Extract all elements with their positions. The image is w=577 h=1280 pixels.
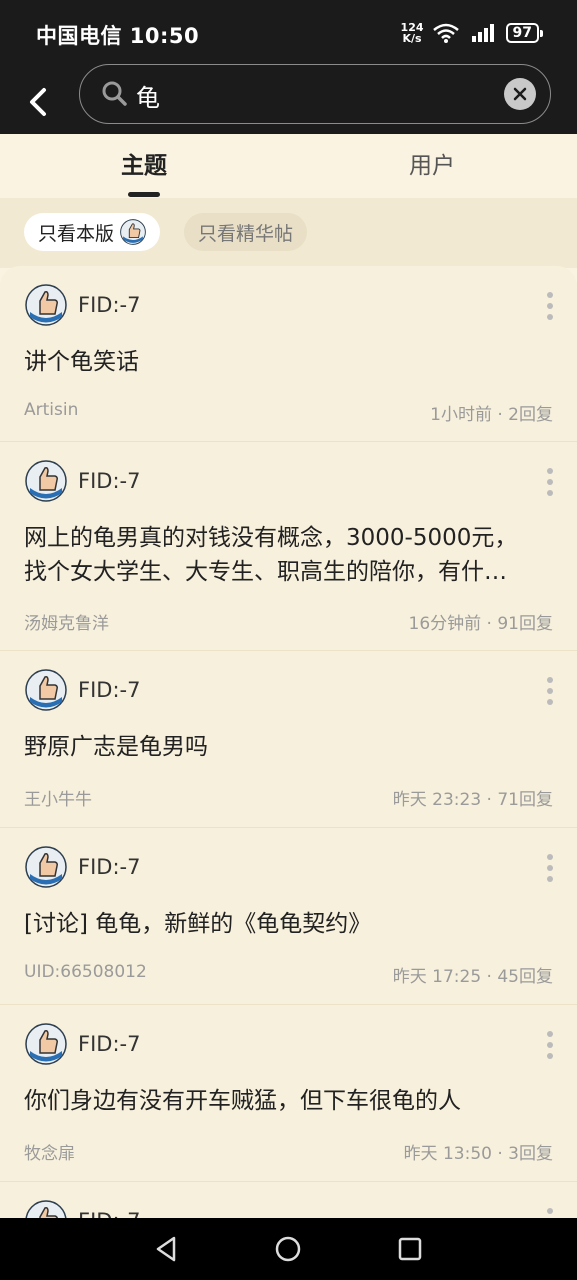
- avatar-icon: [25, 284, 67, 326]
- battery-indicator: 97: [505, 23, 544, 43]
- post-author[interactable]: 牧念扉: [24, 1139, 75, 1164]
- more-options-icon[interactable]: [545, 852, 555, 884]
- post-meta: 1小时前 · 2回复: [430, 405, 553, 425]
- network-speed: 124 K/s: [400, 21, 424, 45]
- avatar-icon: [25, 669, 67, 711]
- post-title: 野原广志是龟男吗: [24, 734, 208, 760]
- filter-featured-chip[interactable]: 只看精华帖: [184, 213, 308, 251]
- back-arrow-icon: [30, 88, 46, 116]
- carrier-time: 中国电信 10:50: [36, 24, 200, 48]
- search-icon: [102, 81, 127, 106]
- clear-search-button[interactable]: [504, 78, 536, 110]
- post-meta: 16分钟前 · 91回复: [408, 614, 553, 634]
- post-title: 网上的龟男真的对钱没有概念，3000-5000元， 找个女大学生、大专生、职高生…: [24, 525, 518, 585]
- more-options-icon[interactable]: [545, 466, 555, 498]
- post-header: FID:-7: [25, 1023, 140, 1065]
- filter-this-board-label: 只看本版: [38, 222, 115, 245]
- post-header: FID:-7: [25, 846, 140, 888]
- post-item[interactable]: FID:-7 野原广志是龟男吗 王小牛牛 昨天 23:23 · 71回复: [0, 651, 577, 828]
- post-title: 你们身边有没有开车贼猛，但下车很龟的人: [24, 1088, 461, 1114]
- forum-id: FID:-7: [78, 855, 141, 879]
- post-meta: 昨天 17:25 · 45回复: [392, 967, 553, 987]
- post-item[interactable]: FID:-7 [讨论] 龟龟，新鲜的《龟龟契约》 UID:66508012 昨天…: [0, 828, 577, 1005]
- signal-icon: [471, 24, 494, 42]
- avatar-icon: [25, 1023, 67, 1065]
- more-options-icon[interactable]: [545, 675, 555, 707]
- status-bar: 中国电信 10:50 124 K/s 97: [0, 0, 577, 70]
- system-navigation-bar: [0, 1218, 577, 1280]
- post-header: FID:-7: [25, 284, 140, 326]
- more-options-icon[interactable]: [545, 1029, 555, 1061]
- clear-icon: [513, 87, 527, 101]
- filter-this-board-chip[interactable]: 只看本版: [24, 213, 161, 251]
- nav-home-icon[interactable]: [273, 1234, 303, 1264]
- post-header: FID:-7: [25, 460, 140, 502]
- forum-id: FID:-7: [78, 678, 141, 702]
- post-item[interactable]: FID:-7 你们身边有没有开车贼猛，但下车很龟的人 牧念扉 昨天 13:50 …: [0, 1005, 577, 1182]
- active-tab-indicator: [128, 192, 160, 197]
- post-author[interactable]: 汤姆克鲁洋: [24, 609, 109, 634]
- tab-bar: 主题 用户: [0, 134, 577, 198]
- tab-users[interactable]: 用户: [332, 146, 532, 180]
- search-field[interactable]: 龟: [79, 64, 551, 124]
- back-button[interactable]: [24, 78, 64, 126]
- post-title: [讨论] 龟龟，新鲜的《龟龟契约》: [24, 911, 372, 937]
- post-author[interactable]: 王小牛牛: [24, 785, 92, 810]
- avatar-icon: [25, 460, 67, 502]
- post-header: FID:-7: [25, 669, 140, 711]
- forum-id: FID:-7: [78, 293, 141, 317]
- post-title: 讲个龟笑话: [24, 349, 139, 375]
- post-list: FID:-7 讲个龟笑话 Artisin 1小时前 · 2回复 FID:-7 网…: [0, 266, 577, 1226]
- post-item[interactable]: FID:-7 网上的龟男真的对钱没有概念，3000-5000元， 找个女大学生、…: [0, 442, 577, 651]
- forum-id: FID:-7: [78, 469, 141, 493]
- status-icons: 124 K/s 97: [400, 21, 544, 45]
- nav-recents-icon[interactable]: [395, 1234, 425, 1264]
- post-author[interactable]: Artisin: [24, 400, 78, 420]
- board-avatar-icon: [120, 219, 146, 245]
- wifi-icon: [432, 23, 459, 43]
- more-options-icon[interactable]: [545, 290, 555, 322]
- filter-bar: 只看本版 只看精华帖: [0, 198, 577, 268]
- avatar-icon: [25, 846, 67, 888]
- post-item[interactable]: FID:-7 讲个龟笑话 Artisin 1小时前 · 2回复: [0, 266, 577, 442]
- post-meta: 昨天 23:23 · 71回复: [392, 790, 553, 810]
- search-input[interactable]: 龟: [136, 78, 160, 113]
- forum-id: FID:-7: [78, 1032, 141, 1056]
- tab-topics[interactable]: 主题: [44, 146, 244, 180]
- post-author[interactable]: UID:66508012: [24, 962, 147, 982]
- search-header: 龟: [0, 64, 577, 134]
- post-meta: 昨天 13:50 · 3回复: [403, 1144, 553, 1164]
- nav-back-icon[interactable]: [152, 1234, 182, 1264]
